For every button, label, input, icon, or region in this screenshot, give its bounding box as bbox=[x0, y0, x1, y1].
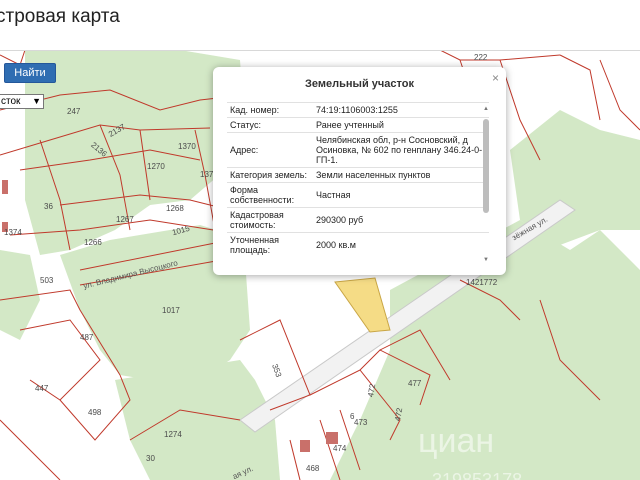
parcel-label: 1267 bbox=[116, 215, 134, 224]
parcel-label: 474 bbox=[333, 444, 347, 453]
info-key: Форма собственности: bbox=[227, 182, 313, 208]
info-key: Адрес: bbox=[227, 132, 313, 168]
scroll-up-icon[interactable]: ▲ bbox=[483, 106, 489, 112]
layer-select-value: сток bbox=[1, 96, 21, 107]
parcel-label: 1374 bbox=[4, 228, 22, 237]
info-key: Уточненная площадь: bbox=[227, 232, 313, 257]
info-row: Кадастровая стоимость: 290300 руб bbox=[227, 207, 489, 233]
info-value: Ранее учтенный bbox=[313, 117, 489, 133]
info-value: Земли населенных пунктов bbox=[313, 167, 489, 183]
info-value: 290300 руб bbox=[313, 207, 489, 233]
parcel-label: 30 bbox=[146, 454, 155, 463]
watermark-phone: 319853178 bbox=[432, 470, 523, 480]
info-row: Категория земель: Земли населенных пункт… bbox=[227, 167, 489, 183]
info-row: Статус: Ранее учтенный bbox=[227, 117, 489, 133]
parcel-label: 503 bbox=[40, 276, 54, 285]
parcel-label: 1270 bbox=[147, 162, 165, 171]
parcel-label: 36 bbox=[44, 202, 53, 211]
info-key: Кадастровая стоимость: bbox=[227, 207, 313, 233]
parcel-label: 477 bbox=[408, 379, 422, 388]
info-value: Частная bbox=[313, 182, 489, 208]
layer-select[interactable]: сток ▼ bbox=[0, 94, 44, 109]
info-row: Уточненная площадь: 2000 кв.м bbox=[227, 232, 489, 257]
page-header: стровая карта bbox=[0, 0, 640, 51]
parcel-label: 6 bbox=[350, 412, 355, 421]
chevron-down-icon: ▼ bbox=[32, 96, 41, 106]
parcel-label: 498 bbox=[88, 408, 102, 417]
watermark-brand: циан bbox=[418, 422, 495, 460]
info-row: Кад. номер: 74:19:1106003:1255 bbox=[227, 102, 489, 118]
find-button[interactable]: Найти bbox=[4, 63, 56, 83]
scroll-thumb[interactable] bbox=[483, 119, 489, 213]
info-key: Кад. номер: bbox=[227, 102, 313, 118]
info-key: Статус: bbox=[227, 117, 313, 133]
parcel-label: 1370 bbox=[178, 142, 196, 151]
parcel-label: 1266 bbox=[84, 238, 102, 247]
parcel-label: 247 bbox=[67, 107, 81, 116]
parcel-label: 1421772 bbox=[466, 278, 498, 287]
page-title: стровая карта bbox=[0, 6, 120, 27]
info-value: 2000 кв.м bbox=[313, 232, 489, 257]
close-icon[interactable]: × bbox=[492, 71, 499, 85]
info-value: 74:19:1106003:1255 bbox=[313, 102, 489, 118]
info-row: Форма собственности: Частная bbox=[227, 182, 489, 208]
parcel-label: 447 bbox=[35, 384, 49, 393]
popup-title: Земельный участок bbox=[305, 78, 414, 90]
scroll-down-icon[interactable]: ▼ bbox=[483, 257, 489, 263]
info-value: Челябинская обл, р-н Сосновский, д Осино… bbox=[313, 132, 489, 168]
parcel-label: 468 bbox=[306, 464, 320, 473]
parcel-label: 1274 bbox=[164, 430, 182, 439]
parcel-label: 1268 bbox=[166, 204, 184, 213]
info-key: Категория земель: bbox=[227, 167, 313, 183]
parcel-label: 473 bbox=[354, 418, 368, 427]
parcel-label: 487 bbox=[80, 333, 94, 342]
popup-scrollbar[interactable]: ▲ ▼ bbox=[483, 103, 489, 263]
parcel-info-table: Кад. номер: 74:19:1106003:1255 Статус: Р… bbox=[227, 102, 489, 257]
info-row: Адрес: Челябинская обл, р-н Сосновский, … bbox=[227, 132, 489, 168]
parcel-info-popup: Земельный участок × Кад. номер: 74:19:11… bbox=[213, 67, 506, 275]
parcel-label: 222 bbox=[474, 53, 488, 62]
parcel-label: 1017 bbox=[162, 306, 180, 315]
